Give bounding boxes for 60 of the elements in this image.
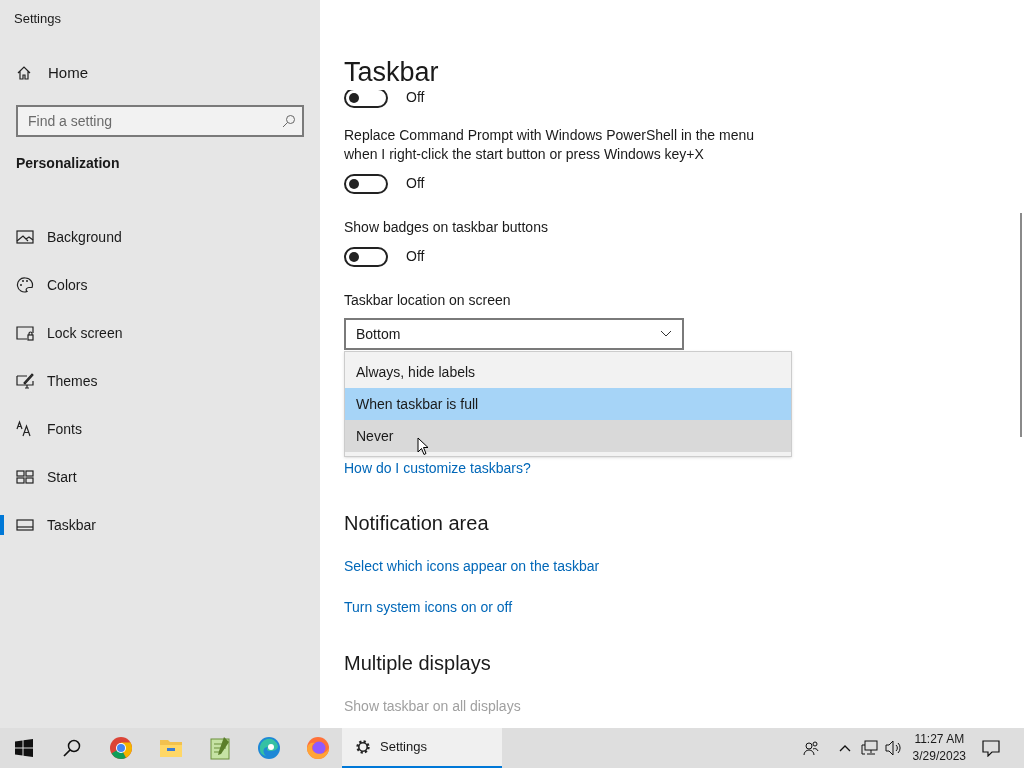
clock-date: 3/29/2023 bbox=[912, 748, 966, 765]
sidebar-item[interactable]: Background bbox=[0, 213, 320, 261]
toggle-switch[interactable] bbox=[344, 173, 388, 194]
edge-browser-icon[interactable] bbox=[256, 736, 281, 760]
taskbar-button[interactable]: Settings bbox=[342, 728, 502, 768]
lock-screen-icon bbox=[16, 324, 34, 342]
image-icon bbox=[16, 228, 34, 246]
folder-icon[interactable] bbox=[158, 737, 183, 759]
window-title: Settings bbox=[13, 10, 62, 28]
mouse-cursor-icon bbox=[417, 437, 429, 456]
dropdown-option[interactable]: Always, hide labels bbox=[345, 356, 791, 388]
dropdown[interactable]: Bottom bbox=[344, 318, 684, 350]
setting-label: Show badges on taskbar buttons bbox=[344, 218, 549, 237]
setting-label: Replace Command Prompt with Windows PowerShell in the menu when I right-click the start button or press Windows key+X bbox=[344, 126, 756, 164]
toggle-switch[interactable] bbox=[344, 246, 388, 267]
people-icon[interactable] bbox=[802, 740, 819, 756]
sidebar-item[interactable]: Fonts bbox=[0, 405, 320, 453]
firefox-icon[interactable] bbox=[305, 736, 330, 760]
home-icon bbox=[16, 65, 32, 81]
dropdown-option[interactable]: Never bbox=[345, 420, 791, 452]
search-icon[interactable] bbox=[63, 739, 81, 757]
clock-time: 11:27 AM bbox=[914, 731, 965, 748]
notification-icon[interactable] bbox=[982, 739, 1000, 757]
palette-icon bbox=[16, 276, 34, 294]
sidebar-item[interactable]: Taskbar bbox=[0, 501, 320, 549]
scrollbar[interactable] bbox=[1020, 213, 1022, 437]
toggle-state: Off bbox=[406, 174, 425, 193]
help-link[interactable]: How do I customize taskbars? bbox=[344, 458, 531, 478]
setting-label: Taskbar location on screen bbox=[344, 291, 512, 310]
section-heading: Multiple displays bbox=[344, 651, 492, 676]
windows-logo-icon[interactable] bbox=[15, 739, 33, 757]
section-heading: Notification area bbox=[344, 511, 490, 536]
search-field[interactable]: Find a setting bbox=[16, 105, 304, 137]
home-nav-item[interactable]: Home bbox=[0, 50, 320, 96]
clock[interactable]: 11:27 AM 3/29/2023 bbox=[912, 731, 966, 765]
sidebar-item[interactable]: Start bbox=[0, 453, 320, 501]
settings-link[interactable]: Turn system icons on or off bbox=[344, 597, 513, 618]
gear-icon bbox=[354, 738, 372, 756]
notepad-icon[interactable] bbox=[208, 736, 231, 760]
toggle-switch[interactable] bbox=[344, 90, 388, 108]
taskbar-icon bbox=[16, 516, 34, 534]
search-icon bbox=[282, 114, 296, 128]
setting-label: Show taskbar on all displays bbox=[344, 697, 521, 716]
section-heading: Personalization bbox=[15, 154, 121, 173]
browser-icon[interactable] bbox=[109, 736, 133, 760]
chevron-up-icon[interactable] bbox=[838, 744, 851, 752]
sidebar-item[interactable]: Lock screen bbox=[0, 309, 320, 357]
network-icon[interactable] bbox=[860, 740, 878, 756]
toggle-state: Off bbox=[406, 90, 425, 107]
settings-link[interactable]: Select which icons appear on the taskbar bbox=[344, 556, 600, 577]
chevron-down-icon bbox=[660, 330, 672, 338]
font-icon bbox=[16, 420, 34, 438]
brush-monitor-icon bbox=[16, 372, 34, 390]
page-title: Taskbar bbox=[343, 56, 440, 89]
dropdown-option[interactable]: When taskbar is full bbox=[345, 388, 791, 420]
sidebar-item[interactable]: Themes bbox=[0, 357, 320, 405]
sidebar-item[interactable]: Colors bbox=[0, 261, 320, 309]
toggle-state: Off bbox=[406, 247, 425, 266]
tiles-icon bbox=[16, 468, 34, 486]
speaker-icon[interactable] bbox=[884, 740, 903, 756]
